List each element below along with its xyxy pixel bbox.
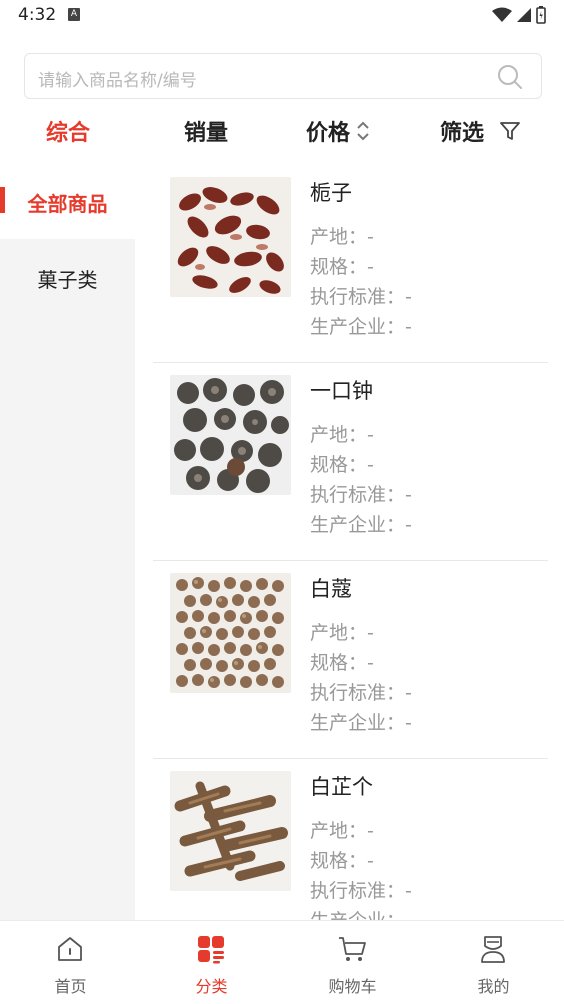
product-spec: 规格：- [310,850,374,872]
product-image-baikou [170,573,291,693]
category-sidebar: 全部商品 菓子类 [0,165,135,921]
sidebar-item-label: 菓子类 [37,267,98,292]
sort-tab-comprehensive[interactable]: 综合 [46,115,90,147]
tab-profile[interactable]: 我的 [423,921,564,1004]
status-icons [492,6,546,24]
product-card[interactable]: 白芷个 产地：- 规格：- 执行标准：- 生产企业：- [153,759,548,921]
wifi-icon [492,7,512,22]
cart-icon [339,937,366,961]
product-card[interactable]: 白蔻 产地：- 规格：- 执行标准：- 生产企业：- [153,561,548,759]
tab-label: 分类 [195,977,228,996]
tab-label: 首页 [54,977,87,996]
product-name: 栀子 [310,181,352,205]
product-origin: 产地：- [310,622,374,644]
product-standard: 执行标准：- [310,682,412,704]
product-company: 生产企业：- [310,514,412,536]
sidebar-item-label: 全部商品 [27,191,108,216]
product-name: 一口钟 [310,379,373,403]
tab-label: 我的 [477,977,510,996]
product-company: 生产企业：- [310,910,412,921]
sidebar-item-all-products[interactable]: 全部商品 [0,165,135,239]
product-card[interactable]: 栀子 产地：- 规格：- 执行标准：- 生产企业：- [153,165,548,363]
sort-bar: 综合 销量 价格 筛选 [0,108,564,152]
product-origin: 产地：- [310,820,374,842]
tab-cart[interactable]: 购物车 [282,921,423,1004]
product-standard: 执行标准：- [310,880,412,902]
sort-tab-price[interactable]: 价格 [306,115,370,147]
search-placeholder: 请输入商品名称/编号 [38,71,197,91]
product-spec: 规格：- [310,652,374,674]
product-origin: 产地：- [310,424,374,446]
battery-icon [536,6,546,24]
product-image-gardenia [170,177,291,297]
sidebar-item-fruit-seeds[interactable]: 菓子类 [0,241,135,315]
product-standard: 执行标准：- [310,286,412,308]
product-image-yikouzhong [170,375,291,495]
sort-tab-label: 价格 [306,121,351,146]
sort-tab-filter[interactable]: 筛选 [440,115,522,147]
product-company: 生产企业：- [310,316,412,338]
profile-icon [481,936,505,963]
tab-label: 购物车 [328,977,377,996]
home-icon [58,937,82,961]
product-company: 生产企业：- [310,712,412,734]
product-name: 白芷个 [310,775,373,799]
status-bar: 4:32 A [0,0,564,32]
signal-icon [517,8,531,22]
active-indicator [0,187,5,213]
sort-tab-label: 销量 [184,121,229,146]
sort-tab-label: 综合 [46,121,91,146]
product-standard: 执行标准：- [310,484,412,506]
filter-icon [500,122,520,140]
category-icon [198,936,224,964]
sort-tab-label: 筛选 [440,121,485,146]
product-list: 栀子 产地：- 规格：- 执行标准：- 生产企业：- 一口钟 产地：- 规格：-… [135,165,564,921]
product-image-baizhi [170,771,291,891]
notification-a-icon: A [68,8,80,21]
product-spec: 规格：- [310,454,374,476]
tab-home[interactable]: 首页 [0,921,141,1004]
product-card[interactable]: 一口钟 产地：- 规格：- 执行标准：- 生产企业：- [153,363,548,561]
bottom-tab-bar: 首页 分类 购物车 我的 [0,920,564,1004]
search-input[interactable]: 请输入商品名称/编号 [24,53,542,99]
search-icon[interactable] [496,63,524,91]
sort-arrows-icon [357,121,369,141]
tab-category[interactable]: 分类 [141,921,282,1004]
product-name: 白蔻 [310,577,352,601]
sort-tab-sales[interactable]: 销量 [184,115,228,147]
product-origin: 产地：- [310,226,374,248]
status-time: 4:32 [18,5,57,25]
product-spec: 规格：- [310,256,374,278]
